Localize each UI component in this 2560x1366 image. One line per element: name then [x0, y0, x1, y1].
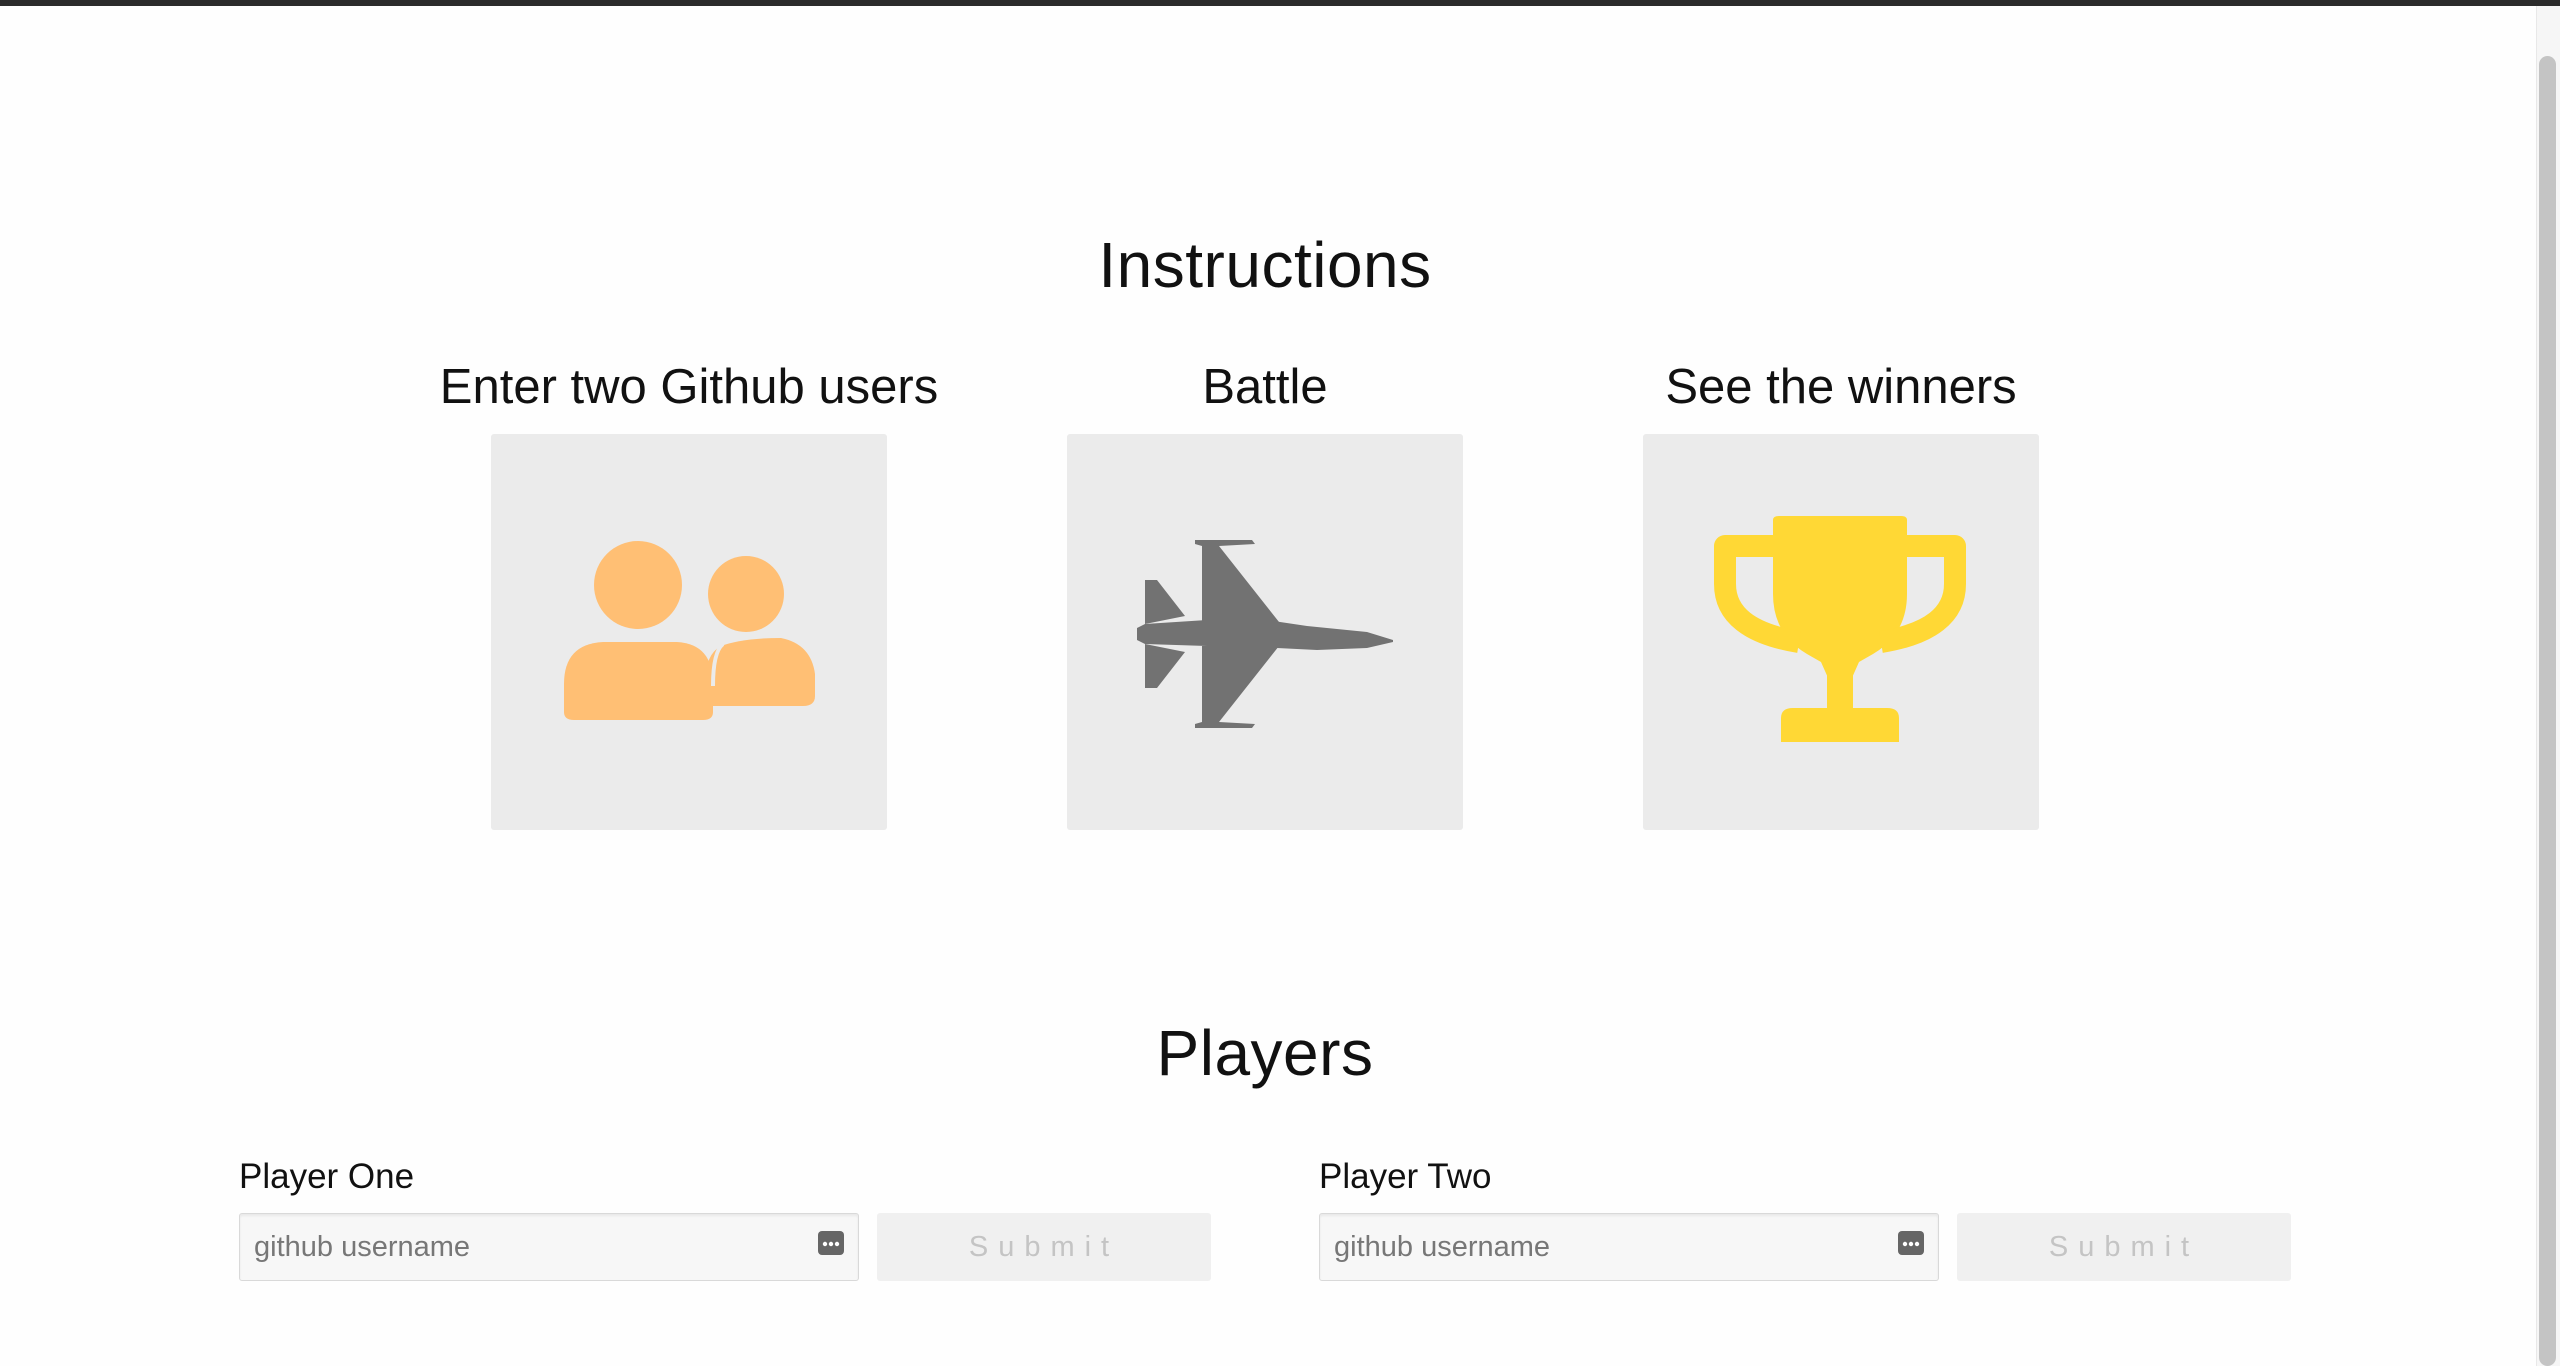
- players-title: Players: [1156, 1017, 1374, 1089]
- trophy-icon: [1714, 516, 1966, 742]
- instruction-step-enter-users: Enter two Github users: [399, 352, 979, 830]
- player-two-form: Player Two Submit: [1319, 1153, 2299, 1281]
- password-autofill-icon[interactable]: [818, 1231, 844, 1255]
- player-two-submit-button[interactable]: Submit: [1957, 1213, 2291, 1281]
- users-icon: [564, 541, 815, 720]
- player-two-label: Player Two: [1319, 1157, 1492, 1196]
- player-one-form: Player One Submit: [239, 1153, 1219, 1281]
- instruction-icon-box: [1643, 434, 2039, 830]
- player-two-input-wrapper: [1319, 1213, 1939, 1281]
- instruction-step-label: Battle: [1202, 360, 1328, 414]
- instruction-icon-box: [491, 434, 887, 830]
- player-one-username-input[interactable]: [240, 1214, 858, 1280]
- player-two-username-input[interactable]: [1320, 1214, 1938, 1280]
- vertical-scrollbar-thumb[interactable]: [2539, 56, 2556, 1366]
- player-one-submit-button[interactable]: Submit: [877, 1213, 1211, 1281]
- instruction-icon-box: [1067, 434, 1463, 830]
- instruction-step-battle: Battle: [975, 352, 1555, 830]
- player-one-input-wrapper: [239, 1213, 859, 1281]
- instruction-step-see-winners: See the winners: [1551, 352, 2131, 830]
- instruction-step-label: Enter two Github users: [439, 360, 939, 414]
- player-one-label: Player One: [239, 1157, 415, 1196]
- fighter-jet-icon: [1137, 540, 1393, 728]
- password-autofill-icon[interactable]: [1898, 1231, 1924, 1255]
- instruction-step-label: See the winners: [1665, 360, 2017, 414]
- instructions-title: Instructions: [1098, 229, 1432, 301]
- page-content: Instructions Enter two Github users Batt…: [0, 0, 2536, 1366]
